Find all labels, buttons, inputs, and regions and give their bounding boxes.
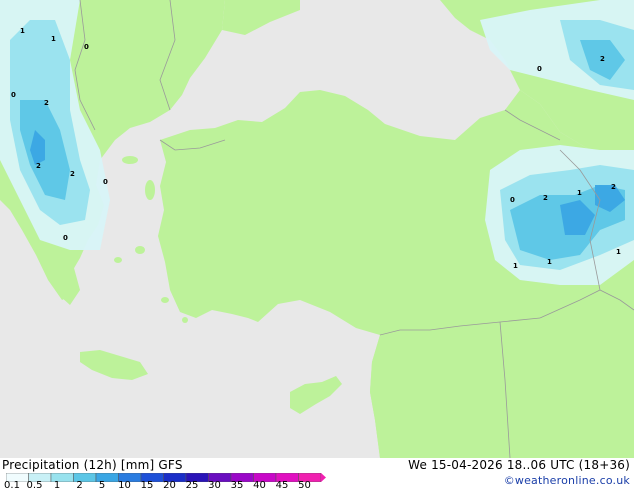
scale-label: 45 — [275, 480, 289, 491]
scale-label: 15 — [140, 480, 154, 491]
scale-label: 5 — [98, 480, 106, 491]
value-label: 0 — [103, 178, 108, 186]
map-title: Precipitation (12h) [mm] GFS — [2, 458, 183, 472]
levant-land — [370, 318, 634, 458]
scale-label: 30 — [208, 480, 221, 491]
value-label: 1 — [20, 27, 25, 35]
map-datetime: We 15-04-2026 18..06 UTC (18+36) — [408, 458, 630, 472]
scale-label: 25 — [185, 480, 199, 491]
scale-label: 40 — [253, 480, 266, 491]
map-footer: Precipitation (12h) [mm] GFS We 15-04-20… — [0, 458, 634, 491]
value-label: 1 — [513, 262, 518, 270]
value-label: 2 — [543, 194, 548, 202]
scale-label: 20 — [163, 480, 176, 491]
scale-label: 35 — [230, 480, 244, 491]
precipitation-map: 1 1 0 0 2 2 2 0 0 0 2 0 2 1 2 1 1 1 — [0, 0, 634, 458]
value-label: 0 — [11, 91, 16, 99]
value-label: 0 — [63, 234, 68, 242]
value-label: 1 — [577, 189, 582, 197]
scale-label: 0.5 — [26, 480, 43, 491]
scale-label: 10 — [118, 480, 131, 491]
scale-label: 1 — [53, 480, 61, 491]
value-label: 1 — [51, 35, 56, 43]
scale-label: 50 — [298, 480, 311, 491]
value-label: 2 — [36, 162, 41, 170]
scale-label: 2 — [76, 480, 83, 491]
scale-label: 0.1 — [4, 480, 20, 491]
value-label: 1 — [616, 248, 621, 256]
value-label: 2 — [70, 170, 75, 178]
value-label: 1 — [547, 258, 552, 266]
value-label: 0 — [537, 65, 542, 73]
value-label: 2 — [611, 183, 616, 191]
value-label: 2 — [600, 55, 605, 63]
value-label: 0 — [510, 196, 515, 204]
scale-labels: 0.1 0.5 1 2 5 10 15 20 25 30 35 40 45 50 — [0, 480, 340, 491]
credit-link[interactable]: ©weatheronline.co.uk — [504, 474, 630, 487]
value-label: 0 — [84, 43, 89, 51]
value-label: 2 — [44, 99, 49, 107]
